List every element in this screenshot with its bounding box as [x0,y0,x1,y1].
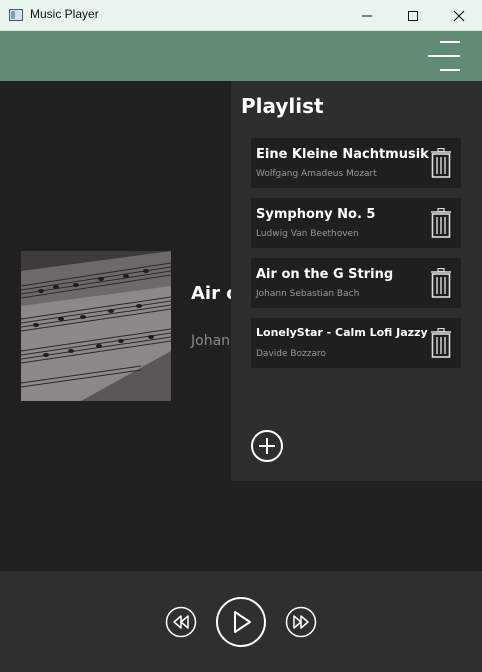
add-track-button[interactable] [250,429,284,463]
fast-forward-icon [285,606,317,638]
app-icon [9,9,23,21]
track-title: Air on the G String [256,267,394,282]
track-artist: Johann Sebastian Bach [256,289,360,299]
track-artist: Wolfgang Amadeus Mozart [256,169,377,179]
add-circle-icon [251,430,283,462]
minimize-icon [362,15,372,17]
window-title: Music Player [30,7,99,21]
trash-icon [431,327,451,358]
track-title: LonelyStar - Calm Lofi Jazzy [256,326,428,339]
fast-forward-button[interactable] [285,606,317,638]
minimize-button[interactable] [344,0,390,31]
app-header [0,31,482,81]
title-bar: Music Player [0,0,482,31]
playback-controls [0,571,482,672]
track-artist: Ludwig Van Beethoven [256,229,359,239]
trash-icon [431,207,451,238]
delete-track-button[interactable] [430,147,452,178]
menu-button[interactable] [426,39,462,73]
rewind-icon [165,606,197,638]
trash-icon [431,267,451,298]
maximize-button[interactable] [390,0,436,31]
playlist-title: Playlist [241,94,324,118]
close-icon [453,10,465,22]
playlist-item[interactable]: Air on the G String Johann Sebastian Bac… [251,258,461,308]
playlist-panel: Playlist Eine Kleine Nachtmusik Wolfgang… [231,81,482,481]
close-button[interactable] [436,0,482,31]
delete-track-button[interactable] [430,267,452,298]
rewind-button[interactable] [165,606,197,638]
delete-track-button[interactable] [430,207,452,238]
playlist-item[interactable]: Symphony No. 5 Ludwig Van Beethoven [251,198,461,248]
sheet-music-album-art [21,251,171,401]
track-title: Eine Kleine Nachtmusik [256,147,429,162]
track-artist: Davide Bozzaro [256,349,327,359]
trash-icon [431,147,451,178]
playlist-item[interactable]: Eine Kleine Nachtmusik Wolfgang Amadeus … [251,138,461,188]
maximize-icon [408,11,418,21]
hamburger-menu-icon [428,41,460,71]
play-button[interactable] [215,596,267,648]
playlist-item[interactable]: LonelyStar - Calm Lofi Jazzy Davide Bozz… [251,318,461,368]
track-title: Symphony No. 5 [256,207,376,222]
play-icon [216,597,266,647]
now-playing-artist: Johan [191,333,231,349]
delete-track-button[interactable] [430,327,452,358]
